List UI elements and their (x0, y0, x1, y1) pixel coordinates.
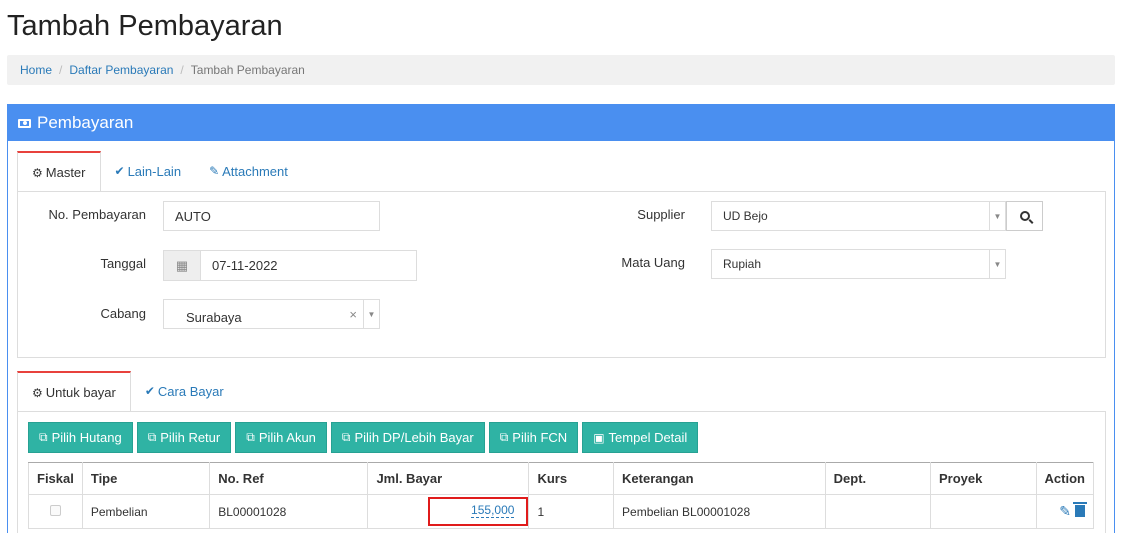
no-ref-cell: BL00001028 (209, 494, 369, 529)
tab-master[interactable]: ⚙ Master (17, 151, 101, 192)
tanggal-label: Tanggal (100, 256, 146, 271)
jml-bayar-highlight: 155,000 (428, 497, 529, 526)
check-circle-icon: ✔ (114, 164, 125, 178)
fiskal-checkbox[interactable] (49, 504, 61, 516)
tipe-cell: Pembelian (81, 494, 211, 529)
breadcrumb-current: Tambah Pembayaran (190, 63, 305, 77)
pembayaran-panel: Pembayaran ⚙ Master ✔ Lain-Lain ✎ Attach… (7, 104, 1115, 533)
copy-icon: ⧉ (246, 430, 255, 444)
pilih-retur-label: Pilih Retur (160, 430, 221, 445)
chevron-down-icon[interactable]: ▼ (989, 202, 1005, 230)
chevron-down-icon[interactable]: ▼ (363, 300, 379, 328)
chevron-down-icon[interactable]: ▼ (989, 250, 1005, 278)
tab-untuk-bayar[interactable]: ⚙ Untuk bayar (17, 371, 131, 412)
fiskal-cell (28, 494, 83, 529)
cabang-label: Cabang (100, 306, 146, 321)
col-kurs: Kurs (528, 462, 615, 495)
cabang-value: Surabaya (186, 309, 242, 325)
breadcrumb-separator: / (180, 63, 184, 77)
supplier-search-button[interactable] (1006, 201, 1043, 231)
clear-icon[interactable]: × (349, 307, 357, 322)
col-proyek: Proyek (930, 462, 1037, 495)
tab-cara-bayar-label: Cara Bayar (157, 383, 224, 399)
action-buttons: ⧉ Pilih Hutang ⧉ Pilih Retur ⧉ Pilih Akun ⧉… (28, 422, 699, 453)
col-action: Action (1035, 462, 1095, 495)
master-tab-content: No. Pembayaran AUTO Tanggal ▦ 07-11-2022… (17, 191, 1106, 358)
tab-lain-lain-label: Lain-Lain (127, 163, 182, 179)
cabang-select[interactable]: Surabaya × ▼ (163, 299, 380, 329)
gears-icon: ⚙ (32, 385, 43, 400)
pencil-icon[interactable]: ✎ (1059, 503, 1071, 519)
tab-untuk-bayar-label: Untuk bayar (45, 385, 116, 400)
proyek-cell (930, 494, 1037, 529)
panel-heading: Pembayaran (8, 105, 1114, 141)
copy-icon: ⧉ (147, 430, 157, 444)
no-pembayaran-label: No. Pembayaran (48, 207, 146, 222)
breadcrumb-home[interactable]: Home (20, 63, 52, 77)
supplier-label: Supplier (637, 207, 685, 222)
copy-icon: ⧉ (39, 430, 48, 444)
keterangan-cell: Pembelian BL00001028 (613, 494, 826, 529)
tempel-detail-label: Tempel Detail (608, 430, 688, 445)
no-pembayaran-input[interactable]: AUTO (163, 201, 380, 231)
jml-bayar-cell: 155,000 (367, 494, 530, 529)
tab-lain-lain[interactable]: ✔ Lain-Lain (101, 151, 196, 191)
untuk-bayar-tab-content: ⧉ Pilih Hutang ⧉ Pilih Retur ⧉ Pilih Akun ⧉… (17, 411, 1106, 533)
search-icon (1019, 211, 1030, 221)
money-icon (18, 118, 31, 128)
dept-cell (824, 494, 932, 529)
tab-cara-bayar[interactable]: ✔ Cara Bayar (131, 371, 238, 411)
paste-icon: ▣ (593, 430, 605, 445)
copy-icon: ⧉ (499, 430, 509, 444)
tempel-detail-button[interactable]: ▣ Tempel Detail (582, 422, 699, 453)
tab-attachment-label: Attachment (222, 163, 288, 179)
tanggal-input[interactable]: 07-11-2022 (200, 250, 417, 281)
paperclip-icon: ✎ (209, 164, 220, 178)
master-tabs: ⚙ Master ✔ Lain-Lain ✎ Attachment (17, 151, 302, 192)
pilih-hutang-button[interactable]: ⧉ Pilih Hutang (28, 422, 133, 453)
detail-tabs: ⚙ Untuk bayar ✔ Cara Bayar (17, 371, 238, 412)
breadcrumb: Home / Daftar Pembayaran / Tambah Pembayaran (7, 55, 1115, 85)
page-title: Tambah Pembayaran (7, 10, 283, 42)
col-jml-bayar: Jml. Bayar (367, 462, 530, 495)
pilih-akun-button[interactable]: ⧉ Pilih Akun (235, 422, 327, 453)
copy-icon: ⧉ (341, 430, 351, 444)
col-fiskal: Fiskal (28, 462, 83, 495)
pilih-dp-lebih-bayar-label: Pilih DP/Lebih Bayar (354, 430, 474, 445)
mata-uang-label: Mata Uang (621, 255, 685, 270)
supplier-value: UD Bejo (723, 209, 768, 223)
gears-icon: ⚙ (32, 165, 43, 180)
action-cell: ✎ (1035, 494, 1095, 529)
mata-uang-select[interactable]: Rupiah ▼ (711, 249, 1006, 279)
col-dept: Dept. (824, 462, 932, 495)
check-circle-icon: ✔ (144, 384, 155, 398)
supplier-select[interactable]: UD Bejo ▼ (711, 201, 1006, 231)
breadcrumb-separator: / (59, 63, 63, 77)
tab-master-label: Master (45, 165, 86, 180)
trash-icon[interactable] (1073, 502, 1087, 517)
pilih-dp-lebih-bayar-button[interactable]: ⧉ Pilih DP/Lebih Bayar (330, 422, 485, 453)
jml-bayar-editable[interactable]: 155,000 (471, 503, 515, 518)
pilih-retur-button[interactable]: ⧉ Pilih Retur (136, 422, 232, 453)
col-keterangan: Keterangan (613, 462, 826, 495)
col-tipe: Tipe (81, 462, 211, 495)
calendar-icon[interactable]: ▦ (163, 250, 201, 281)
panel-title: Pembayaran (37, 113, 134, 132)
tab-attachment[interactable]: ✎ Attachment (195, 151, 302, 191)
breadcrumb-daftar-pembayaran[interactable]: Daftar Pembayaran (69, 63, 173, 77)
pilih-fcn-button[interactable]: ⧉ Pilih FCN (488, 422, 579, 453)
mata-uang-value: Rupiah (723, 257, 762, 271)
table-row: Pembelian BL00001028 155,000 1 Pembelian… (28, 494, 1095, 529)
detail-table: Fiskal Tipe No. Ref Jml. Bayar Kurs Kete… (28, 462, 1095, 529)
kurs-cell: 1 (528, 494, 615, 529)
pilih-hutang-label: Pilih Hutang (51, 430, 122, 445)
col-no-ref: No. Ref (209, 462, 369, 495)
pilih-fcn-label: Pilih FCN (512, 430, 568, 445)
pilih-akun-label: Pilih Akun (258, 430, 316, 445)
table-header-row: Fiskal Tipe No. Ref Jml. Bayar Kurs Kete… (28, 462, 1095, 495)
